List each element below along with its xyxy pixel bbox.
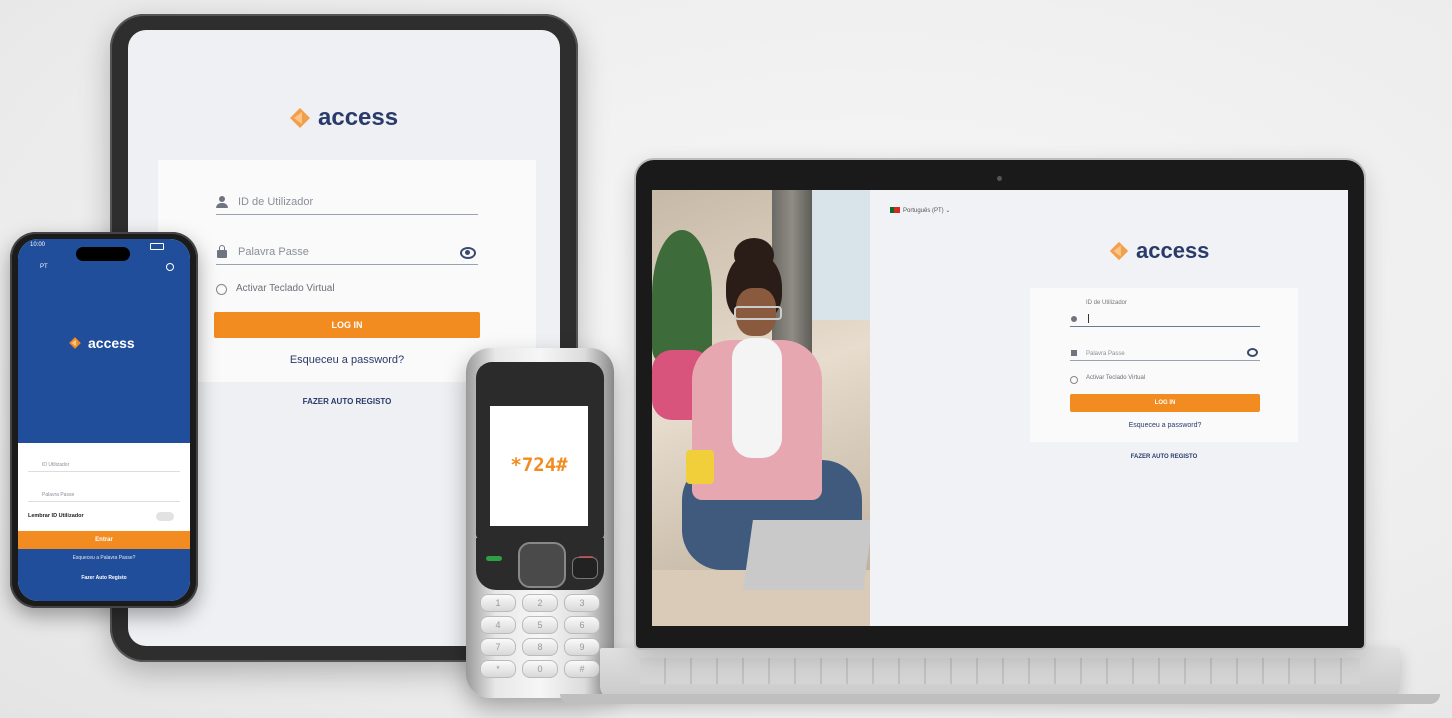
- access-logo: access: [288, 104, 398, 132]
- remember-user-toggle[interactable]: [156, 512, 174, 521]
- call-key[interactable]: [486, 556, 502, 561]
- smartphone-device: 10:00 PT access ID Utilizador Palavra Pa…: [10, 232, 198, 608]
- access-logo-icon: [69, 337, 81, 349]
- eye-icon[interactable]: [460, 247, 476, 259]
- feature-phone-face: *724#: [476, 362, 604, 540]
- ussd-code: *724#: [510, 454, 568, 476]
- forgot-password-link[interactable]: Esqueceu a password?: [1070, 422, 1260, 429]
- forgot-password-link[interactable]: Esqueceu a Palavra Passe?: [18, 555, 190, 561]
- key-hash[interactable]: #: [564, 660, 600, 678]
- language-selector[interactable]: Português (PT) ⌄: [890, 207, 950, 214]
- feature-phone-screen: *724#: [490, 406, 588, 526]
- brand-name: access: [1136, 238, 1210, 263]
- white-sweater: [732, 338, 782, 458]
- login-card: ID de Utilizador Palavra Passe Activar T…: [1030, 288, 1298, 442]
- chevron-down-icon: ⌄: [945, 208, 951, 214]
- password-field[interactable]: Palavra Passe: [216, 236, 478, 265]
- password-field[interactable]: Palavra Passe: [28, 485, 180, 502]
- laptop-screen: Português (PT) ⌄ access ID de Utilizador…: [652, 190, 1348, 626]
- user-id-field[interactable]: [1070, 310, 1260, 327]
- brand-name: access: [88, 335, 135, 351]
- self-register-link[interactable]: FAZER AUTO REGISTO: [1030, 454, 1298, 460]
- password-placeholder: Palavra Passe: [1086, 351, 1125, 357]
- language-selector-label: Português (PT): [903, 208, 944, 214]
- hair-bun: [734, 238, 774, 272]
- key-5[interactable]: 5: [522, 616, 558, 634]
- phone-header-panel: 10:00 PT access: [18, 239, 190, 443]
- self-register-link[interactable]: Fazer Auto Registo: [18, 575, 190, 581]
- key-4[interactable]: 4: [480, 616, 516, 634]
- key-star[interactable]: *: [480, 660, 516, 678]
- lock-icon: [1071, 350, 1077, 356]
- password-placeholder: Palavra Passe: [238, 246, 309, 258]
- text-cursor: [1088, 314, 1089, 323]
- user-icon: [216, 196, 228, 208]
- glasses: [734, 306, 782, 320]
- login-button[interactable]: LOG IN: [1070, 394, 1260, 412]
- forgot-password-link[interactable]: Esqueceu a password?: [214, 354, 480, 366]
- access-logo-icon: [290, 108, 310, 128]
- virtual-keyboard-label: Activar Teclado Virtual: [236, 283, 335, 294]
- access-logo: access: [1108, 238, 1209, 264]
- password-field[interactable]: Palavra Passe: [1070, 344, 1260, 361]
- laptop-in-photo: [743, 520, 870, 590]
- navigation-pad: [476, 538, 604, 590]
- smartphone-screen: 10:00 PT access ID Utilizador Palavra Pa…: [18, 239, 190, 601]
- dpad[interactable]: [518, 542, 598, 588]
- access-logo-icon: [1109, 241, 1129, 261]
- virtual-keyboard-label: Activar Teclado Virtual: [1086, 375, 1146, 381]
- key-7[interactable]: 7: [480, 638, 516, 656]
- feature-phone-device: *724# 1 2 3 4 5 6 7 8 9 * 0 #: [466, 348, 614, 698]
- laptop-device: Português (PT) ⌄ access ID de Utilizador…: [636, 160, 1364, 648]
- language-badge[interactable]: PT: [40, 264, 48, 270]
- eye-icon[interactable]: [1247, 348, 1258, 357]
- laptop-front-edge: [560, 694, 1440, 704]
- key-8[interactable]: 8: [522, 638, 558, 656]
- virtual-keyboard-radio[interactable]: [1070, 376, 1078, 384]
- key-1[interactable]: 1: [480, 594, 516, 612]
- phone-footer-panel: Esqueceu a Palavra Passe? Fazer Auto Reg…: [18, 549, 190, 601]
- key-9[interactable]: 9: [564, 638, 600, 656]
- laptop-keyboard: [640, 658, 1360, 684]
- brand-name: access: [318, 104, 399, 131]
- yellow-mug: [686, 450, 714, 484]
- user-id-field[interactable]: ID de Utilizador: [216, 186, 478, 215]
- login-button[interactable]: Entrar: [18, 531, 190, 549]
- login-card: ID de Utilizador Palavra Passe Activar T…: [158, 160, 536, 382]
- keypad: 1 2 3 4 5 6 7 8 9 * 0 #: [480, 594, 600, 690]
- lock-icon: [217, 245, 227, 258]
- webcam: [997, 176, 1002, 181]
- plant: [652, 230, 712, 360]
- user-id-field[interactable]: ID Utilizador: [28, 455, 180, 472]
- login-button[interactable]: LOG IN: [214, 312, 480, 338]
- battery-icon: [150, 243, 164, 250]
- woman-with-laptop-photo: [652, 190, 870, 626]
- user-id-placeholder: ID Utilizador: [42, 462, 70, 468]
- ok-key[interactable]: [572, 557, 598, 579]
- key-0[interactable]: 0: [522, 660, 558, 678]
- phone-notch: [76, 247, 130, 261]
- access-logo: access: [68, 335, 135, 351]
- user-id-label: ID de Utilizador: [1086, 300, 1128, 306]
- key-6[interactable]: 6: [564, 616, 600, 634]
- key-3[interactable]: 3: [564, 594, 600, 612]
- user-id-placeholder: ID de Utilizador: [238, 196, 314, 208]
- window: [802, 190, 870, 320]
- power-icon[interactable]: [166, 263, 174, 271]
- key-2[interactable]: 2: [522, 594, 558, 612]
- portugal-flag-icon: [890, 207, 900, 214]
- virtual-keyboard-radio[interactable]: [216, 284, 227, 295]
- remember-user-label: Lembrar ID Utilizador: [28, 513, 84, 519]
- login-panel: Português (PT) ⌄ access ID de Utilizador…: [870, 190, 1348, 626]
- user-icon: [1071, 316, 1077, 322]
- status-time: 10:00: [30, 242, 46, 248]
- password-placeholder: Palavra Passe: [42, 492, 75, 498]
